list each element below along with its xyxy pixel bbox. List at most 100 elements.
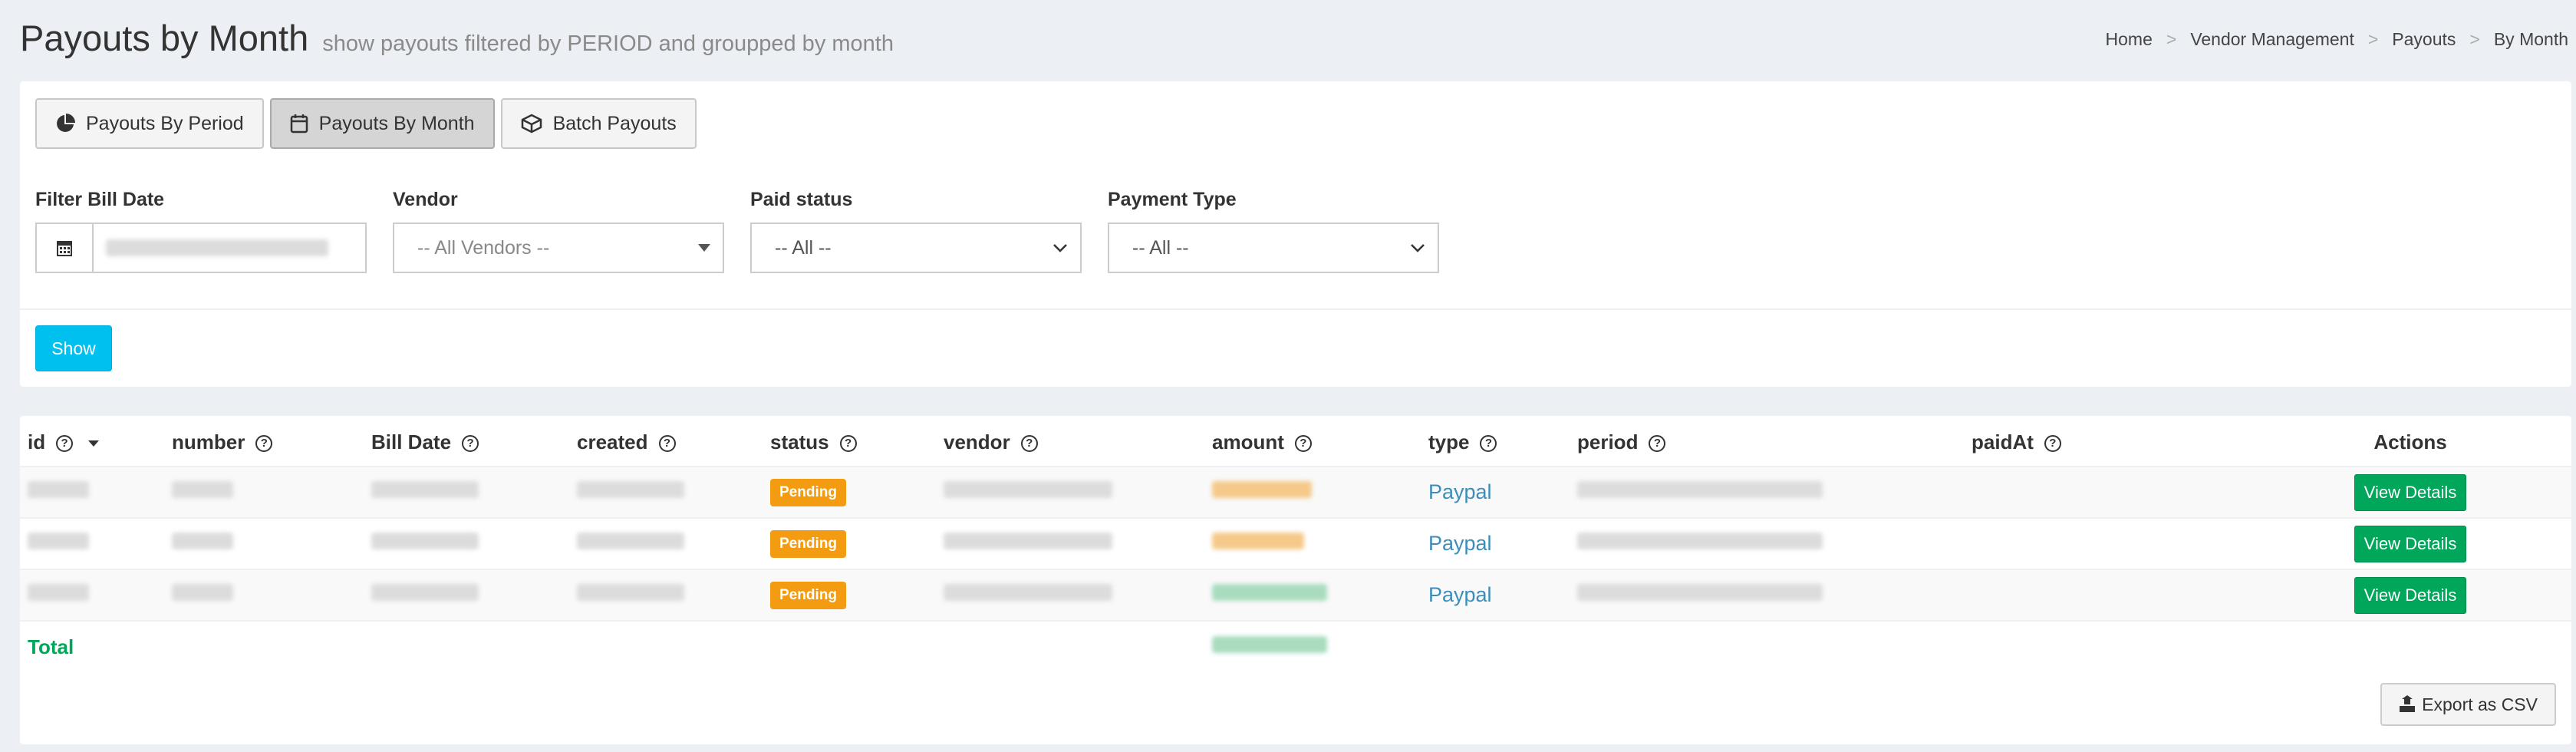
help-icon[interactable]: ?	[462, 435, 479, 453]
tab-batch-payouts[interactable]: Batch Payouts	[500, 98, 697, 149]
column-header-amount[interactable]: amount?	[1204, 419, 1421, 467]
filter-panel: Payouts By Period Payouts By Month Batch…	[20, 81, 2571, 387]
divider	[20, 308, 2571, 310]
total-label-cell: Total	[20, 620, 164, 672]
filter-bill-date: Filter Bill Date	[35, 189, 367, 273]
column-header-bill-date[interactable]: Bill Date?	[364, 419, 569, 467]
breadcrumb-home[interactable]: Home	[2106, 29, 2153, 50]
cell-created	[569, 517, 763, 569]
help-icon[interactable]: ?	[1649, 435, 1666, 453]
help-icon[interactable]: ?	[255, 435, 273, 453]
cell-period	[1570, 466, 1964, 518]
cell-vendor	[936, 569, 1204, 621]
payout-tabs: Payouts By Period Payouts By Month Batch…	[35, 98, 703, 149]
column-header-vendor[interactable]: vendor?	[936, 419, 1204, 467]
cell-number	[164, 569, 364, 621]
cell-actions: View Details	[2249, 569, 2571, 621]
column-header-type[interactable]: type?	[1421, 419, 1570, 467]
breadcrumb-separator: >	[2166, 29, 2177, 49]
help-icon[interactable]: ?	[1020, 435, 1038, 453]
paid-status-select[interactable]: -- All --	[750, 223, 1082, 273]
breadcrumb-vendor-management[interactable]: Vendor Management	[2190, 29, 2354, 50]
cell-status: Pending	[763, 517, 936, 569]
cell-amount	[1204, 569, 1421, 621]
status-badge: Pending	[770, 529, 846, 558]
chevron-down-icon	[1411, 244, 1425, 252]
type-link[interactable]: Paypal	[1428, 480, 1492, 503]
help-icon[interactable]: ?	[1480, 435, 1497, 453]
cell-bill-date	[364, 569, 569, 621]
total-amount-cell	[1204, 620, 1421, 672]
breadcrumb-separator: >	[2469, 29, 2480, 49]
column-header-paid-at[interactable]: paidAt?	[1964, 419, 2249, 467]
filter-paid-status-label: Paid status	[750, 189, 853, 210]
cell-bill-date	[364, 466, 569, 518]
payouts-table: id? number? Bill Date? created? status? …	[20, 419, 2571, 672]
breadcrumb-payouts[interactable]: Payouts	[2392, 29, 2456, 50]
cell-period	[1570, 569, 1964, 621]
tab-label: Payouts By Month	[318, 112, 475, 134]
column-header-period[interactable]: period?	[1570, 419, 1964, 467]
filter-vendor-label: Vendor	[393, 189, 458, 210]
tab-label: Payouts By Period	[86, 112, 244, 134]
bill-date-range-field[interactable]	[35, 223, 367, 273]
help-icon[interactable]: ?	[2044, 435, 2061, 453]
cell-paid-at	[1964, 569, 2249, 621]
page-header: Payouts by Month show payouts filtered b…	[20, 17, 894, 63]
bill-date-range-input[interactable]	[94, 223, 367, 273]
status-badge: Pending	[770, 478, 846, 506]
status-badge: Pending	[770, 581, 846, 609]
page-title: Payouts by Month	[20, 18, 309, 58]
calendar-icon[interactable]	[35, 223, 94, 273]
paid-status-select-value: -- All --	[775, 236, 832, 259]
view-details-button[interactable]: View Details	[2354, 576, 2467, 614]
column-header-number[interactable]: number?	[164, 419, 364, 467]
filter-payment-type-label: Payment Type	[1108, 189, 1237, 210]
column-header-status[interactable]: status?	[763, 419, 936, 467]
tab-payouts-by-period[interactable]: Payouts By Period	[35, 98, 264, 149]
filter-payment-type: Payment Type -- All --	[1108, 189, 1439, 273]
payouts-table-panel: id? number? Bill Date? created? status? …	[20, 416, 2571, 744]
help-icon[interactable]: ?	[658, 435, 676, 453]
breadcrumb-separator: >	[2367, 29, 2379, 49]
table-row: Pending Paypal View Details	[20, 569, 2571, 621]
view-details-button[interactable]: View Details	[2354, 525, 2467, 562]
column-header-id[interactable]: id?	[20, 419, 164, 467]
table-row: Pending Paypal View Details	[20, 466, 2571, 518]
cell-id	[20, 466, 164, 518]
column-header-created[interactable]: created?	[569, 419, 763, 467]
help-icon[interactable]: ?	[839, 435, 857, 453]
vendor-select-value: -- All Vendors --	[417, 236, 550, 259]
cell-type: Paypal	[1421, 517, 1570, 569]
filter-bill-date-label: Filter Bill Date	[35, 189, 165, 210]
cell-created	[569, 569, 763, 621]
vendor-select[interactable]: -- All Vendors --	[393, 223, 724, 273]
cell-vendor	[936, 517, 1204, 569]
filters-row: Filter Bill Date Vendor -- All Vendors -…	[35, 189, 1465, 273]
cell-vendor	[936, 466, 1204, 518]
cell-paid-at	[1964, 466, 2249, 518]
sort-desc-icon[interactable]	[88, 440, 100, 447]
page-subtitle: show payouts filtered by PERIOD and grou…	[322, 31, 894, 56]
payment-type-select-value: -- All --	[1132, 236, 1189, 259]
export-csv-button[interactable]: Export as CSV	[2380, 683, 2556, 726]
payment-type-select[interactable]: -- All --	[1108, 223, 1439, 273]
show-button[interactable]: Show	[35, 325, 112, 371]
help-icon[interactable]: ?	[1294, 435, 1312, 453]
tab-payouts-by-month[interactable]: Payouts By Month	[269, 98, 495, 149]
table-row: Pending Paypal View Details	[20, 517, 2571, 569]
export-icon	[2400, 695, 2416, 712]
table-header-row: id? number? Bill Date? created? status? …	[20, 419, 2571, 467]
cell-type: Paypal	[1421, 569, 1570, 621]
cell-status: Pending	[763, 569, 936, 621]
cell-number	[164, 517, 364, 569]
type-link[interactable]: Paypal	[1428, 583, 1492, 606]
type-link[interactable]: Paypal	[1428, 532, 1492, 555]
cell-created	[569, 466, 763, 518]
cell-number	[164, 466, 364, 518]
chevron-down-icon	[1053, 244, 1067, 252]
view-details-button[interactable]: View Details	[2354, 473, 2467, 511]
redacted-date-range	[106, 239, 328, 256]
cube-icon	[521, 114, 542, 134]
help-icon[interactable]: ?	[56, 435, 74, 453]
